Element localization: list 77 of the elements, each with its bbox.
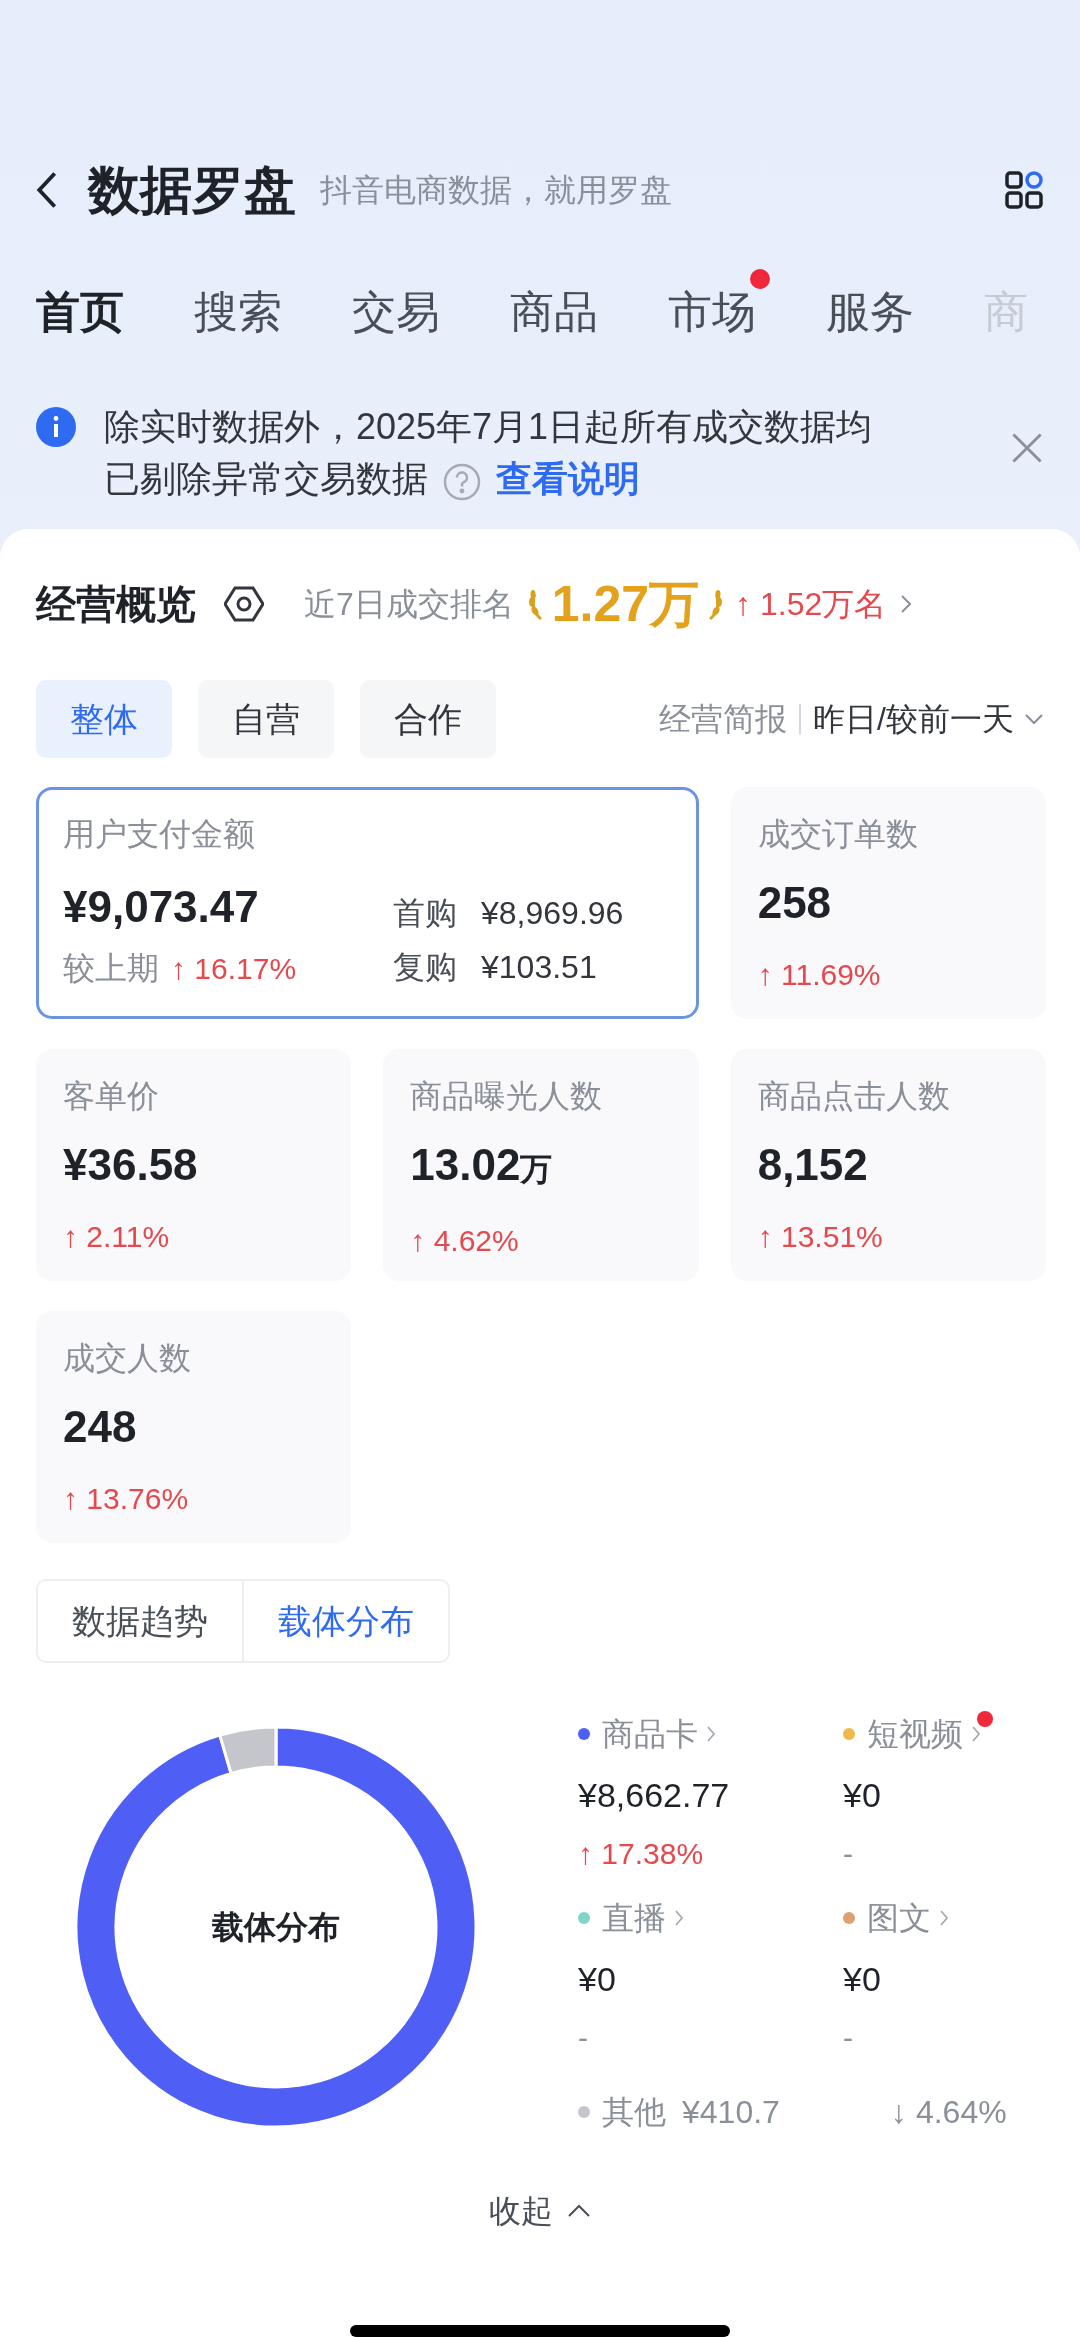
channel-amount: ¥0 (843, 1959, 882, 2000)
metric-card[interactable]: 商品点击人数 8,152 ↑ 13.51% (730, 1049, 1046, 1281)
metric-card[interactable]: 客单价 ¥36.58 ↑ 2.11% (36, 1049, 352, 1281)
segment-button[interactable]: 自营 (198, 680, 334, 758)
chevron-right-icon[interactable] (900, 593, 913, 615)
change-value: ↑ 16.17% (171, 950, 297, 987)
channel-amount: ¥410.7 (682, 2093, 781, 2132)
change-value: ↑ 17.38% (578, 1835, 704, 1872)
segment-button[interactable]: 整体 (36, 680, 172, 758)
close-icon[interactable] (1010, 431, 1044, 465)
metric-value: ¥36.58 (63, 1139, 198, 1191)
change-value: ↑ 13.51% (757, 1219, 883, 1255)
detail-value: ¥103.51 (481, 948, 597, 987)
settings-icon[interactable] (224, 584, 264, 624)
help-icon[interactable] (442, 461, 482, 502)
nav-tab[interactable]: 首页 (36, 269, 138, 346)
caret-icon[interactable] (1024, 713, 1044, 725)
change-value: ↑ 4.62% (410, 1223, 519, 1259)
notice-text: 除实时数据外，2025年7月1日起所有成交数据均已剔除异常交易数据 查看说明 (104, 401, 900, 505)
info-icon (36, 407, 76, 447)
metric-label: 商品曝光人数 (410, 1077, 604, 1116)
nav-tab[interactable]: 服务 (826, 269, 928, 346)
metric-card[interactable]: 成交订单数 258 ↑ 11.69% (730, 787, 1046, 1019)
collapse-button[interactable]: 收起 (489, 2187, 591, 2235)
back-icon[interactable] (36, 171, 58, 210)
metric-label: 成交人数 (63, 1339, 192, 1378)
chevron-right-icon[interactable] (706, 1725, 716, 1743)
change-value: - (843, 1835, 853, 1872)
metric-value: 248 (63, 1401, 137, 1453)
metric-value: 8,152 (757, 1139, 868, 1191)
chevron-right-icon[interactable] (674, 1909, 684, 1927)
chevron-right-icon[interactable] (971, 1725, 981, 1743)
report-label: 经营简报 (659, 700, 788, 739)
metric-label: 用户支付金额 (63, 815, 256, 854)
view-tab[interactable]: 载体分布 (242, 1581, 448, 1661)
detail-value: ¥8,969.96 (481, 894, 624, 933)
rank-value: 1.27万 (551, 574, 700, 634)
metric-unit: 万 (520, 1151, 553, 1189)
period-selector[interactable]: 昨日/较前一天 (813, 695, 1014, 743)
chevron-up-icon (567, 2204, 591, 2218)
metric-card[interactable]: 用户支付金额 ¥9,073.47 较上期 ↑ 16.17% 首购 ¥8,969.96 复购 ¥103.51 (36, 787, 699, 1019)
segment-button[interactable]: 合作 (360, 680, 496, 758)
metric-card[interactable]: 成交人数 248 ↑ 13.76% (36, 1311, 352, 1543)
channel-amount: ¥8,662.77 (578, 1775, 731, 1816)
metric-value: ¥9,073.47 (63, 881, 260, 933)
change-value: ↑ 2.11% (63, 1219, 170, 1255)
metric-label: 商品点击人数 (757, 1077, 951, 1116)
metric-value: 13.02 (410, 1139, 521, 1191)
change-value: ↑ 1.52万名 (735, 585, 887, 624)
chevron-right-icon[interactable] (939, 1909, 949, 1927)
page-subtitle: 抖音电商数据，就用罗盘 (320, 171, 673, 211)
change-value: - (578, 2019, 588, 2056)
channel-name: 其他 (602, 2093, 666, 2132)
compare-label: 较上期 (63, 949, 159, 988)
view-tab[interactable]: 数据趋势 (38, 1581, 242, 1661)
rank-label: 近7日成交排名 (304, 585, 514, 624)
view-details-link[interactable]: 查看说明 (496, 458, 640, 499)
change-value: - (843, 2019, 853, 2056)
metric-label: 客单价 (63, 1077, 160, 1116)
page-title: 数据罗盘 (88, 160, 296, 222)
detail-label: 首购 (393, 894, 457, 933)
change-value: ↑ 13.76% (63, 1481, 189, 1517)
change-value: ↑ 11.69% (757, 957, 881, 993)
metric-card[interactable]: 商品曝光人数 13.02万 ↑ 4.62% (383, 1049, 699, 1281)
section-title: 经营概览 (36, 581, 196, 628)
metric-label: 成交订单数 (757, 815, 919, 854)
apps-icon[interactable] (1004, 170, 1044, 211)
chart-title: 载体分布 (212, 1908, 340, 1947)
channel-amount: ¥0 (843, 1775, 882, 1816)
nav-tab[interactable]: 搜索 (194, 269, 296, 346)
change-value: ↓ 4.64% (891, 2093, 1007, 2132)
channel-amount: ¥0 (578, 1959, 617, 2000)
nav-tab[interactable]: 市场 (668, 269, 770, 346)
nav-tab[interactable]: 商品 (510, 269, 612, 346)
detail-label: 复购 (393, 948, 457, 987)
nav-tab[interactable]: 交易 (352, 269, 454, 346)
metric-value: 258 (757, 877, 832, 929)
